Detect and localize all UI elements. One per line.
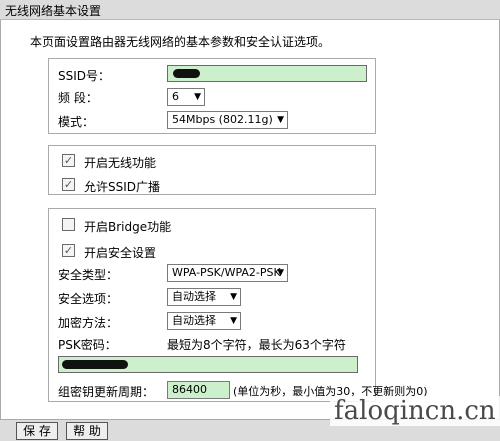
security-type-select[interactable]: WPA-PSK/WPA2-PSK ▼	[167, 264, 288, 282]
rekey-input[interactable]: 86400	[167, 381, 230, 399]
chevron-down-icon: ▼	[194, 92, 201, 102]
ssid-redaction	[173, 69, 200, 78]
security-option-value: 自动选择	[172, 290, 216, 303]
mode-label: 模式：	[58, 115, 95, 129]
allow-broadcast-label: 允许SSID广播	[84, 180, 161, 194]
security-type-label: 安全类型：	[58, 268, 119, 282]
enable-wireless-label: 开启无线功能	[84, 156, 157, 170]
intro-text: 本页面设置路由器无线网络的基本参数和安全认证选项。	[30, 35, 331, 49]
ssid-label: SSID号：	[58, 69, 111, 83]
chevron-down-icon: ▼	[277, 115, 284, 125]
ssid-input[interactable]	[167, 65, 367, 82]
enable-security-checkbox[interactable]: ✓	[62, 244, 75, 257]
allow-broadcast-checkbox[interactable]: ✓	[62, 178, 75, 191]
encrypt-select[interactable]: 自动选择 ▼	[167, 312, 241, 330]
psk-label: PSK密码：	[58, 338, 117, 352]
security-option-select[interactable]: 自动选择 ▼	[167, 288, 241, 306]
security-type-value: WPA-PSK/WPA2-PSK	[172, 266, 281, 279]
psk-input[interactable]	[58, 356, 358, 373]
channel-value: 6	[172, 90, 179, 103]
encrypt-label: 加密方法：	[58, 316, 119, 330]
page-title: 无线网络基本设置	[0, 0, 500, 20]
save-button[interactable]: 保 存	[16, 422, 58, 440]
enable-bridge-label: 开启Bridge功能	[84, 220, 172, 234]
enable-security-label: 开启安全设置	[84, 246, 157, 260]
channel-label: 频 段：	[58, 91, 98, 105]
security-option-label: 安全选项：	[58, 292, 119, 306]
help-button[interactable]: 帮 助	[66, 422, 108, 440]
mode-select[interactable]: 54Mbps (802.11g) ▼	[167, 111, 288, 129]
psk-redaction	[62, 360, 128, 369]
rekey-label: 组密钥更新周期：	[58, 385, 155, 399]
chevron-down-icon: ▼	[277, 268, 284, 278]
psk-hint: 最短为8个字符，最长为63个字符	[167, 338, 346, 352]
chevron-down-icon: ▼	[230, 292, 237, 302]
mode-value: 54Mbps (802.11g)	[172, 113, 273, 126]
encrypt-value: 自动选择	[172, 314, 216, 327]
channel-select[interactable]: 6 ▼	[167, 88, 205, 106]
chevron-down-icon: ▼	[230, 316, 237, 326]
watermark: faloqincn.cn	[330, 396, 500, 426]
enable-bridge-checkbox[interactable]	[62, 218, 75, 231]
enable-wireless-checkbox[interactable]: ✓	[62, 154, 75, 167]
